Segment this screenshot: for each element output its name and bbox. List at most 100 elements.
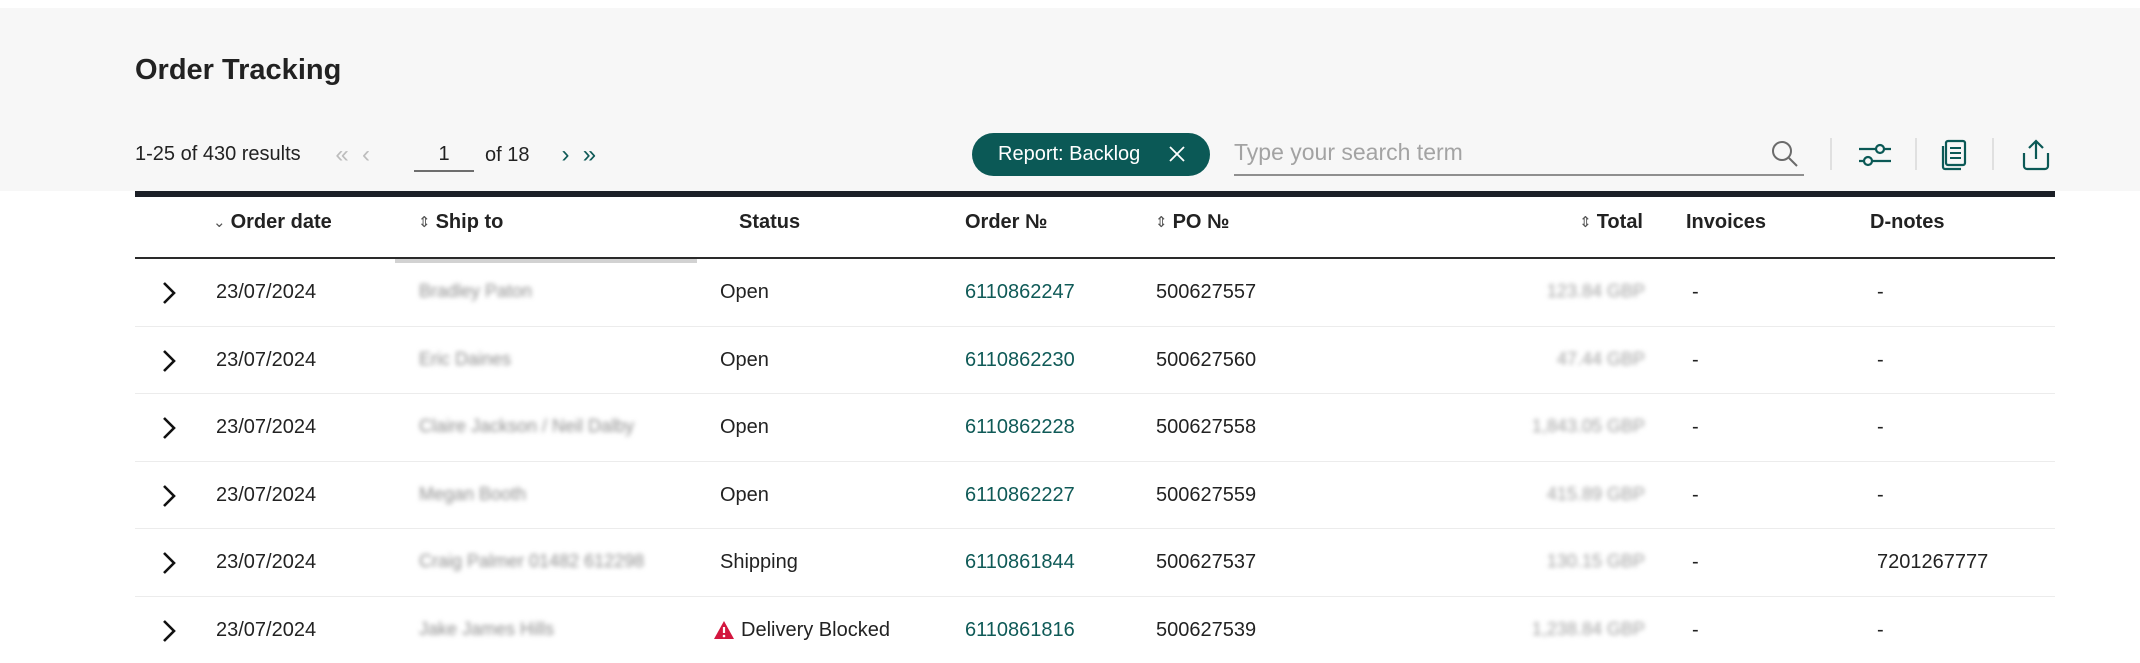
status: Shipping <box>720 551 798 574</box>
chevron-double-right-icon[interactable]: » <box>577 140 601 170</box>
pagination: « ‹ of 18 › » <box>330 138 601 172</box>
column-header-invoices: Invoices <box>1686 211 1767 233</box>
total: 415.89 GBP <box>1546 483 1645 504</box>
status-label: Open <box>720 416 769 438</box>
report-filter-chip[interactable]: Report: Backlog <box>972 133 1210 176</box>
total: 130.15 GBP <box>1546 551 1645 571</box>
dnotes: - <box>1877 483 1884 506</box>
share-export-icon <box>2022 139 2050 171</box>
column-header-ship-to[interactable]: ⇕ Ship to <box>418 211 503 234</box>
chevron-right-icon[interactable] <box>157 481 181 511</box>
column-header-order-date[interactable]: ⌄ Order date <box>213 211 332 234</box>
order-date: 23/07/2024 <box>216 618 317 641</box>
invoices: - <box>1692 618 1699 641</box>
dnotes: - <box>1877 618 1884 641</box>
order-date: 23/07/2024 <box>216 281 317 303</box>
status: Open <box>720 416 769 439</box>
chevron-double-left-icon[interactable]: « <box>330 140 354 170</box>
page-number-input[interactable] <box>414 138 474 172</box>
total: 47.44 GBP <box>1556 348 1645 369</box>
order-date: 23/07/2024 <box>216 551 317 573</box>
toolbar-divider <box>1992 138 1994 170</box>
invoices: - <box>1692 551 1699 573</box>
toolbar-divider <box>1830 138 1832 170</box>
dnotes: - <box>1877 416 1884 438</box>
ship-to: Eric Daines <box>419 348 512 369</box>
order-date: 23/07/2024 <box>216 483 317 506</box>
dnotes: - <box>1877 348 1884 371</box>
order-number-link[interactable]: 6110862247 <box>965 281 1075 304</box>
sort-icon: ⇕ <box>1579 214 1592 231</box>
ship-to: Megan Booth <box>419 483 527 504</box>
search-input[interactable] <box>1234 130 1754 174</box>
close-icon[interactable] <box>1166 143 1188 165</box>
export-button[interactable] <box>2017 136 2055 174</box>
status: Open <box>720 484 769 507</box>
order-number-link[interactable]: 6110862227 <box>965 484 1075 507</box>
status-label: Open <box>720 483 769 506</box>
search-icon[interactable] <box>1770 139 1800 169</box>
po-number: 500627539 <box>1156 618 1257 641</box>
table-row: 23/07/2024 Bradley Paton Open 6110862247… <box>135 259 2055 327</box>
table-row: 23/07/2024 Eric Daines Open 6110862230 5… <box>135 327 2055 394</box>
page-title: Order Tracking <box>135 54 342 86</box>
ship-to: Jake James Hills <box>419 618 555 639</box>
status: Open <box>720 281 769 304</box>
order-date: 23/07/2024 <box>216 348 317 371</box>
table-row: 23/07/2024 Craig Palmer 01482 612298 Shi… <box>135 529 2055 597</box>
status-label: Open <box>720 348 769 371</box>
chevron-left-icon[interactable]: ‹ <box>354 140 378 170</box>
status-label: Shipping <box>720 551 798 573</box>
chevron-right-icon[interactable]: › <box>553 140 577 170</box>
order-number-link[interactable]: 6110861816 <box>965 619 1075 642</box>
table-row: 23/07/2024 Megan Booth Open 6110862227 5… <box>135 462 2055 529</box>
chevron-right-icon[interactable] <box>157 346 181 376</box>
total: 1,238.84 GBP <box>1531 618 1645 639</box>
toolbar-divider <box>1915 138 1917 170</box>
documents-button[interactable] <box>1935 136 1973 174</box>
chevron-right-icon[interactable] <box>157 278 181 308</box>
invoices: - <box>1692 416 1699 438</box>
table-body: 23/07/2024 Bradley Paton Open 6110862247… <box>135 259 2055 663</box>
invoices: - <box>1692 281 1699 303</box>
results-count: 1-25 of 430 results <box>135 143 301 165</box>
search-field <box>1234 130 1804 176</box>
status-label: Delivery Blocked <box>741 618 890 641</box>
filter-settings-button[interactable] <box>1855 136 1893 174</box>
status: Open <box>720 349 769 372</box>
ship-to: Bradley Paton <box>419 281 533 301</box>
order-number-link[interactable]: 6110861844 <box>965 551 1075 574</box>
po-number: 500627558 <box>1156 416 1257 438</box>
page-total: of 18 <box>485 143 530 166</box>
orders-table: ⌄ Order date ⇕ Ship to Status Order № ⇕ PO … <box>135 197 2055 663</box>
total: 1,843.05 GBP <box>1531 416 1645 436</box>
status: Delivery Blocked <box>713 619 890 642</box>
sort-icon: ⇕ <box>418 214 431 231</box>
chevron-right-icon[interactable] <box>157 413 181 443</box>
column-header-total[interactable]: ⇕ Total <box>1579 211 1643 234</box>
column-header-po-no[interactable]: ⇕ PO № <box>1155 211 1229 234</box>
warning-icon <box>714 621 734 639</box>
invoices: - <box>1692 348 1699 371</box>
sort-descending-icon: ⌄ <box>213 214 226 231</box>
order-number-link[interactable]: 6110862228 <box>965 416 1075 439</box>
column-header-dnotes: D-notes <box>1870 211 1945 233</box>
dnotes: 7201267777 <box>1877 551 1989 573</box>
po-number: 500627557 <box>1156 281 1257 303</box>
order-number-link[interactable]: 6110862230 <box>965 349 1075 372</box>
table-header: ⌄ Order date ⇕ Ship to Status Order № ⇕ PO … <box>135 197 2055 263</box>
ship-to: Craig Palmer 01482 612298 <box>419 551 645 571</box>
column-header-order-no: Order № <box>965 211 1048 233</box>
sort-icon: ⇕ <box>1155 214 1168 231</box>
sliders-icon <box>1859 143 1891 167</box>
report-chip-label: Report: Backlog <box>998 143 1141 165</box>
column-header-status: Status <box>739 211 801 233</box>
po-number: 500627559 <box>1156 483 1257 506</box>
status-label: Open <box>720 281 769 303</box>
chevron-right-icon[interactable] <box>157 548 181 578</box>
invoices: - <box>1692 483 1699 506</box>
total: 123.84 GBP <box>1546 281 1645 301</box>
table-row: 23/07/2024 Jake James Hills Delivery Blo… <box>135 597 2055 663</box>
chevron-right-icon[interactable] <box>157 616 181 646</box>
po-number: 500627537 <box>1156 551 1257 573</box>
